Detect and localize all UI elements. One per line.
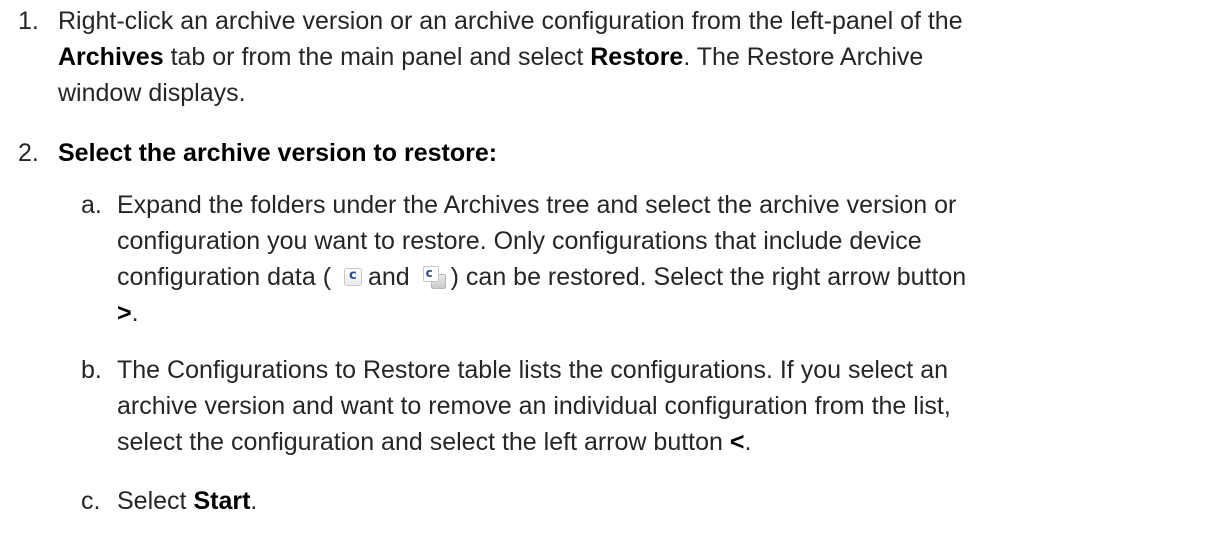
config-icon [343,258,362,294]
start-button-name: Start [193,487,251,515]
substep-letter: b. [81,356,102,384]
substep-letter: a. [81,191,102,219]
text-line: Archives tab or from the main panel and … [58,43,924,71]
left-arrow-symbol: < [729,428,745,456]
archives-tab-name: Archives [58,43,164,71]
substep-text: The Configurations to Restore table list… [117,352,1212,460]
step-heading: Select the archive version to restore: [58,139,498,167]
text-line: archive version and want to remove an in… [117,392,951,420]
document: 1. Right-click an archive version or an … [0,0,1219,537]
step-number: 2. [18,139,39,167]
substep-text: Expand the folders under the Archives tr… [117,187,1212,331]
text-line: >. [117,299,139,327]
text-line: configuration you want to restore. Only … [117,227,922,255]
step-text: Right-click an archive version or an arc… [58,3,1208,111]
text-line: Select Start. [117,487,258,515]
substep-letter: c. [81,487,101,515]
substep-text: Select Start. [117,483,1212,519]
text-line: configuration data ( and ) can be restor… [117,255,1212,295]
right-arrow-symbol: > [117,299,132,327]
config-group-icon [422,255,446,291]
text-line: Expand the folders under the Archives tr… [117,191,957,219]
text-line: window displays. [58,79,246,107]
text-line: The Configurations to Restore table list… [117,356,949,384]
step-number: 1. [18,7,39,35]
text-line: Right-click an archive version or an arc… [58,7,963,35]
restore-command-name: Restore [590,43,684,71]
text-line: select the configuration and select the … [117,428,752,456]
